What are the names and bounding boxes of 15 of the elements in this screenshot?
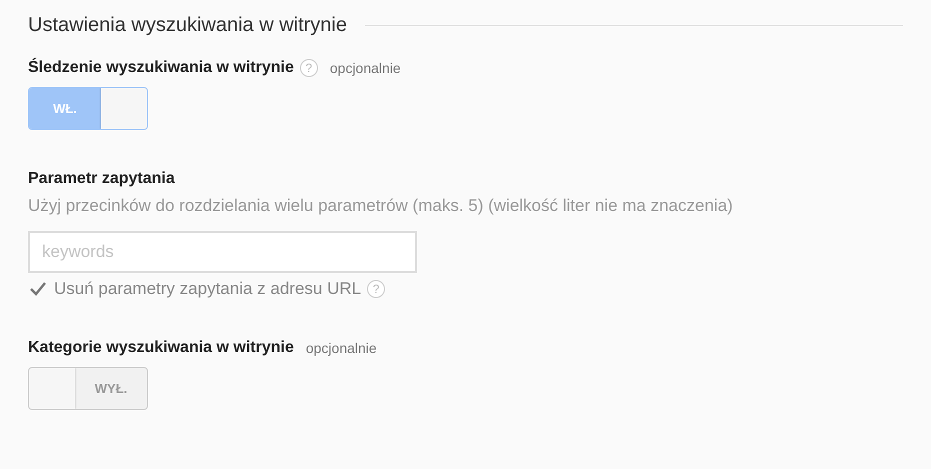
help-icon[interactable]: ? xyxy=(367,280,386,298)
field-label: Kategorie wyszukiwania w witrynie xyxy=(28,339,294,357)
toggle-label: WYŁ. xyxy=(94,380,128,398)
field-label: Parametr zapytania xyxy=(28,170,176,188)
hint-text: Użyj przecinków do rozdzielania wielu parametrów (maks. 5) (wielkość liter nie ma znaczenia) xyxy=(28,196,734,216)
toggle-switch[interactable]: WYŁ. xyxy=(28,367,148,410)
input-field[interactable]: keywords xyxy=(28,231,417,273)
checkbox-label: Usuń parametry zapytania z adresu URL xyxy=(54,279,362,299)
field-label: Śledzenie wyszukiwania w witrynie xyxy=(28,59,294,77)
help-icon[interactable]: ? xyxy=(300,59,318,77)
optional-label: opcjonalnie xyxy=(306,340,377,356)
optional-label: opcjonalnie xyxy=(330,60,401,76)
toggle-switch[interactable]: WŁ. xyxy=(28,87,148,130)
toggle-label: WŁ. xyxy=(29,88,101,129)
section-title: Ustawienia wyszukiwania w witrynie xyxy=(28,14,347,37)
